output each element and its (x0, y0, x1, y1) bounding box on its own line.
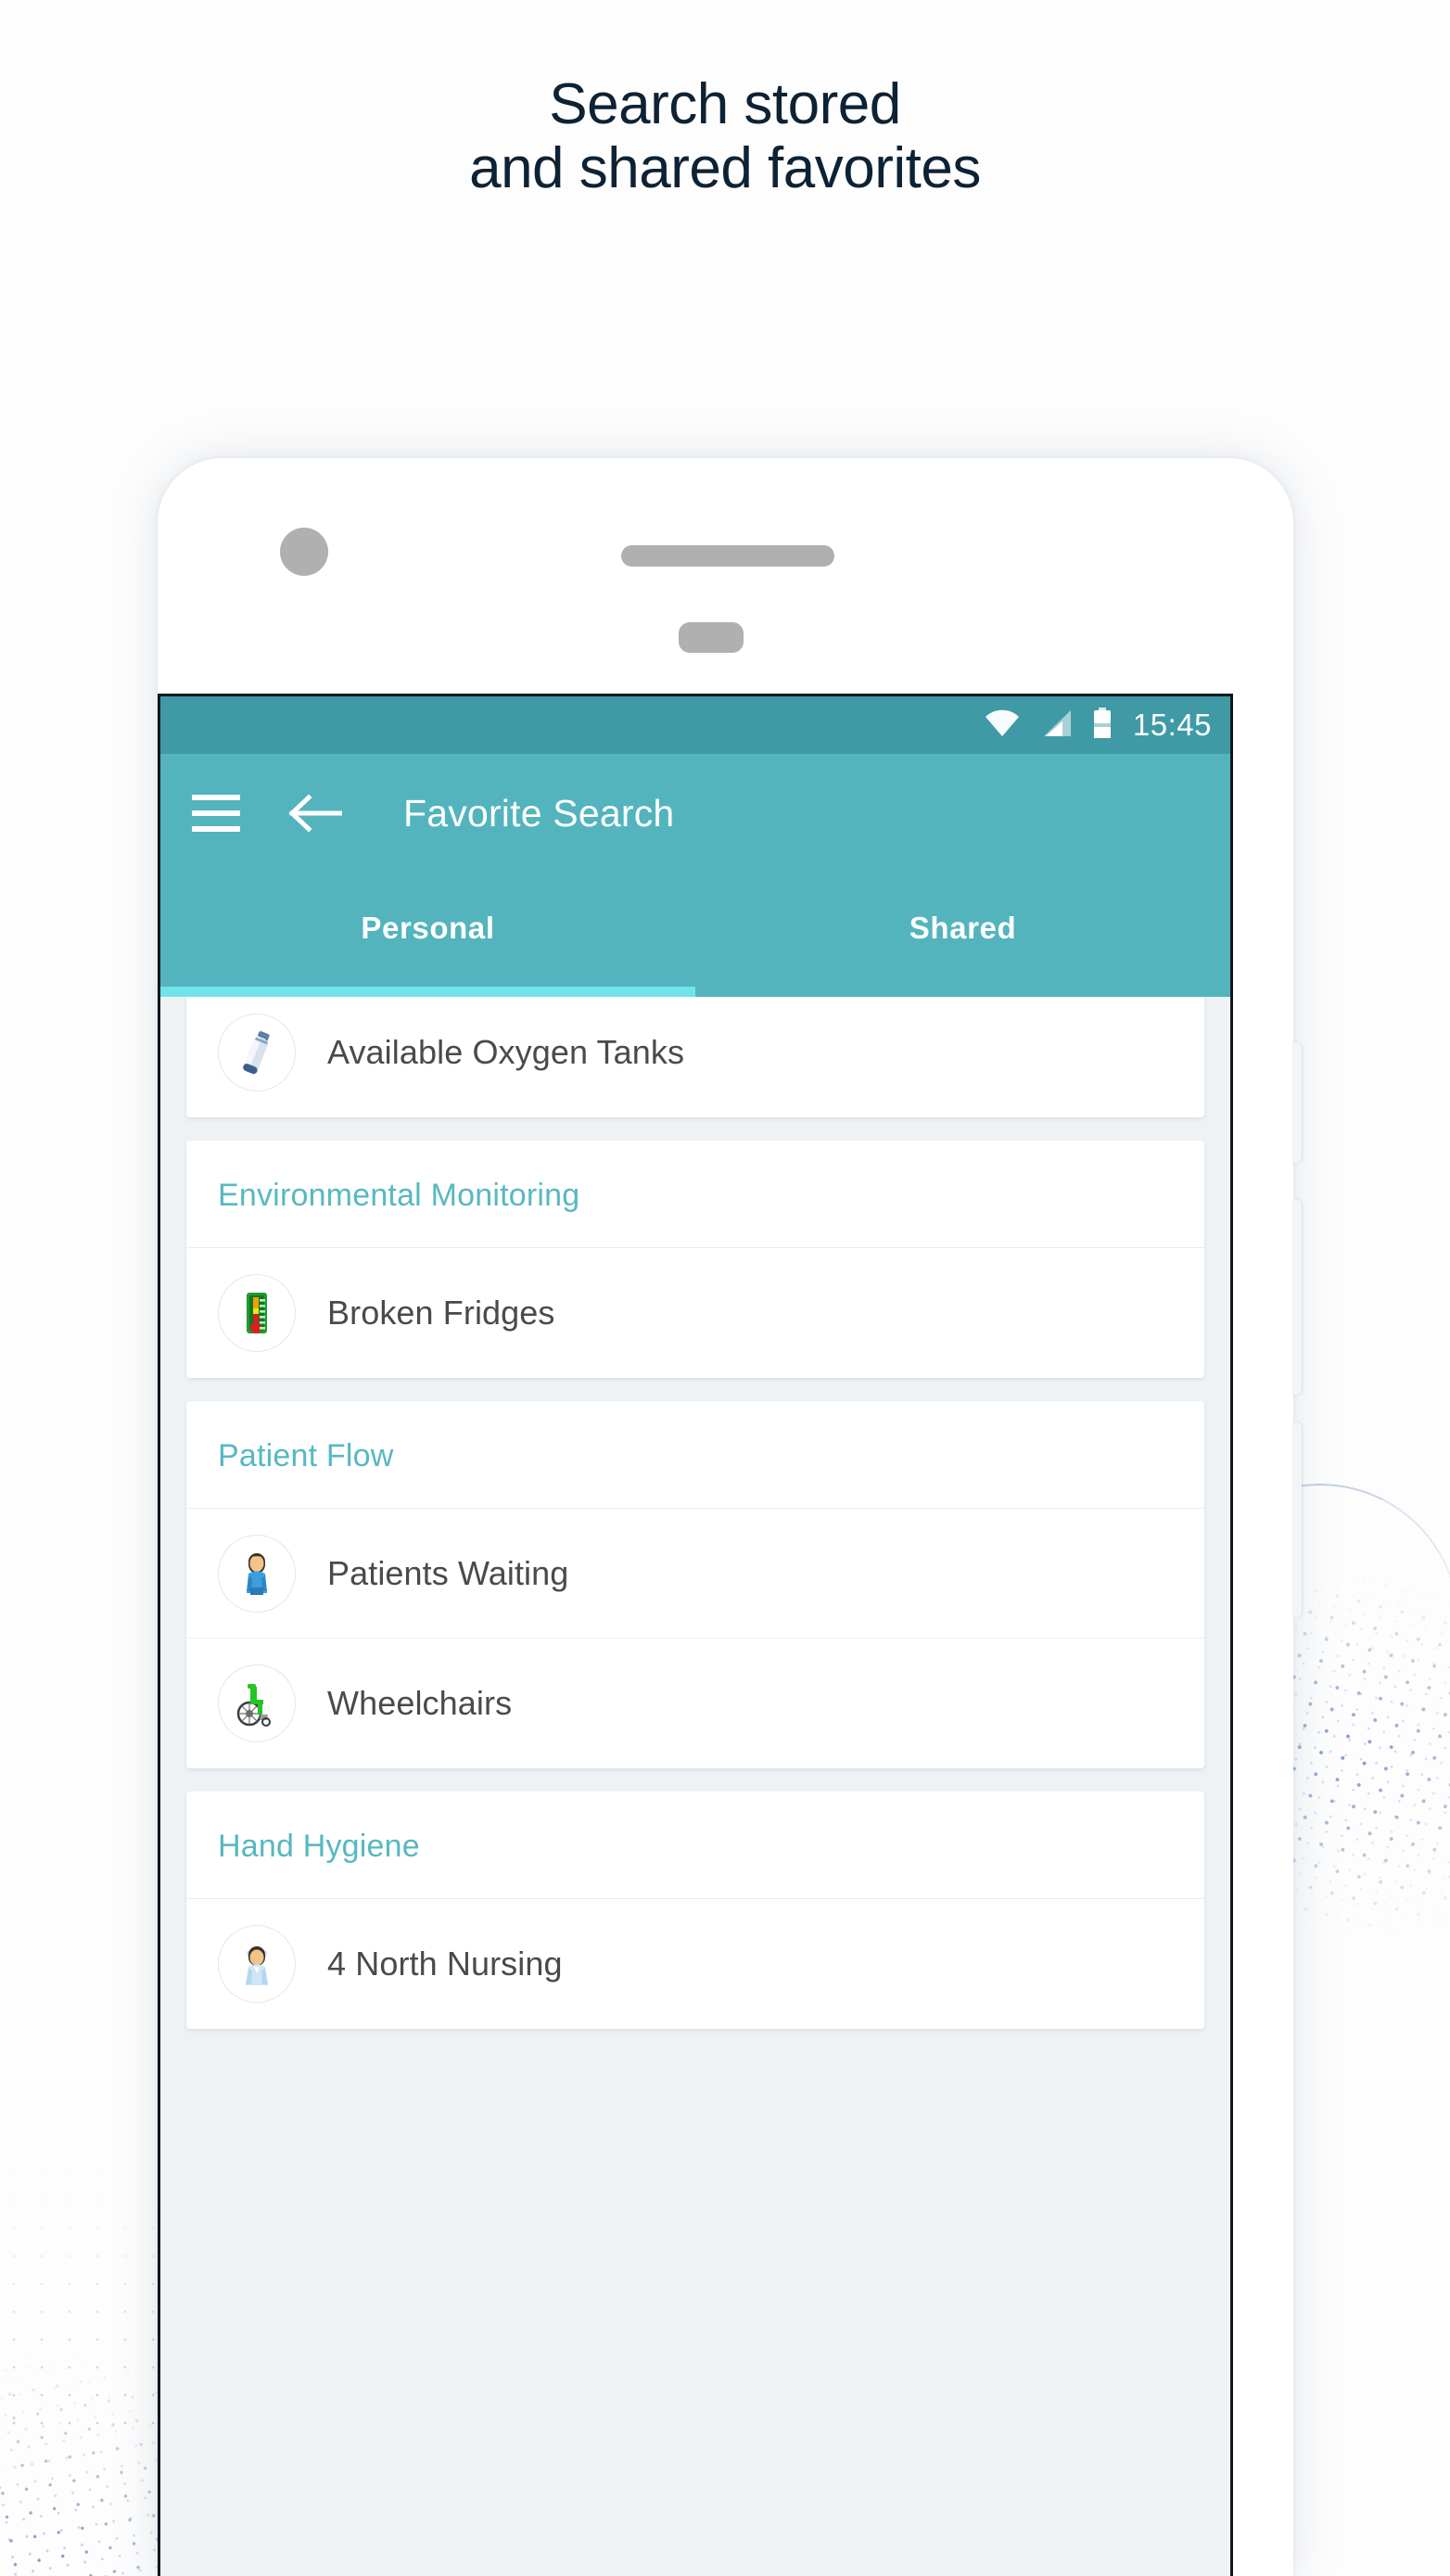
section-header: Environmental Monitoring (186, 1141, 1204, 1248)
phone-volume-up-button[interactable] (1292, 1200, 1302, 1395)
list-item-label: Wheelchairs (327, 1684, 513, 1722)
phone-mockup: 15:45 Favorite Search Personal Shared Av… (158, 458, 1302, 2576)
headline-line-2: and shared favorites (469, 136, 981, 201)
favorites-card-patient-flow: Patient Flow Patients Waiting Wheelchair… (186, 1401, 1204, 1768)
oxygen-tank-icon (218, 1014, 296, 1091)
patient-person-icon (218, 1534, 296, 1613)
wheelchair-icon (218, 1664, 296, 1742)
android-status-bar: 15:45 (160, 696, 1230, 754)
list-item[interactable]: Patients Waiting (186, 1509, 1204, 1639)
tab-personal[interactable]: Personal (160, 873, 695, 997)
phone-screen: 15:45 Favorite Search Personal Shared Av… (158, 694, 1233, 2576)
headline-line-1: Search stored (549, 72, 901, 136)
list-item-label: 4 North Nursing (327, 1945, 563, 1983)
tab-active-indicator (160, 987, 695, 997)
list-item[interactable]: 4 North Nursing (186, 1899, 1204, 2029)
status-bar-clock: 15:45 (1132, 708, 1212, 742)
list-item[interactable]: Wheelchairs (186, 1639, 1204, 1768)
battery-icon (1092, 707, 1113, 744)
back-arrow-icon[interactable] (288, 791, 343, 835)
list-item[interactable]: Broken Fridges (186, 1248, 1204, 1378)
list-item-label: Broken Fridges (327, 1294, 555, 1332)
page-title: Favorite Search (403, 791, 675, 835)
hamburger-menu-icon[interactable] (192, 795, 240, 832)
tab-bar: Personal Shared (160, 873, 1230, 997)
list-item-label: Available Oxygen Tanks (327, 1033, 685, 1071)
section-header: Hand Hygiene (186, 1792, 1204, 1899)
nurse-icon (218, 1925, 296, 2003)
promo-headline: Search stored and shared favorites (0, 72, 1450, 201)
favorites-card-hand-hygiene: Hand Hygiene 4 North Nursing (186, 1792, 1204, 2029)
favorites-list[interactable]: Available Oxygen Tanks Environmental Mon… (160, 997, 1230, 2576)
phone-volume-down-button[interactable] (1292, 1422, 1302, 1617)
list-item[interactable]: Available Oxygen Tanks (186, 997, 1204, 1117)
favorites-card-environmental-monitoring: Environmental Monitoring Broken Fridges (186, 1141, 1204, 1378)
favorites-card-partial: Available Oxygen Tanks (186, 997, 1204, 1117)
list-item-label: Patients Waiting (327, 1553, 569, 1592)
app-bar: Favorite Search (160, 754, 1230, 873)
section-header: Patient Flow (186, 1401, 1204, 1509)
phone-side-button-top[interactable] (1292, 1042, 1302, 1163)
camera-lens-icon (280, 528, 328, 576)
earpiece-speaker-icon (621, 545, 834, 567)
wifi-icon (985, 709, 1020, 742)
promo-screenshot: Search stored and shared favorites 15:45… (0, 0, 1450, 2576)
thermometer-icon (218, 1274, 296, 1352)
proximity-sensor-icon (679, 622, 744, 653)
tab-shared[interactable]: Shared (695, 873, 1230, 997)
cellular-signal-icon (1040, 709, 1072, 742)
